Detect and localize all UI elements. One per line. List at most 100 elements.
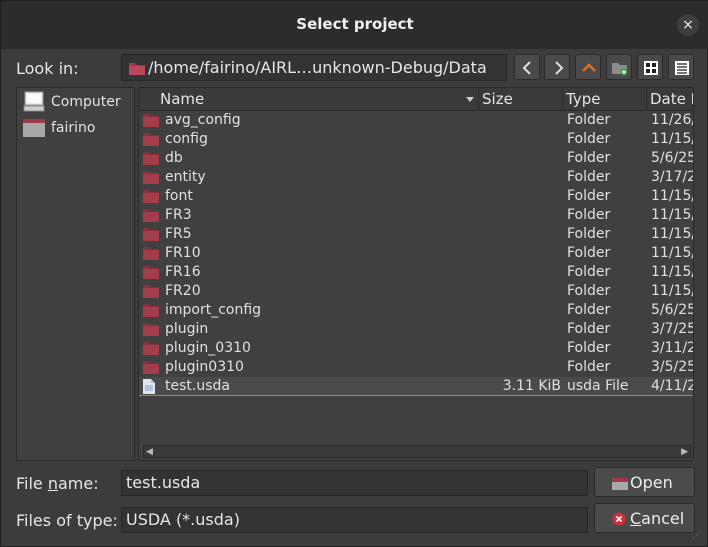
parent-directory-button[interactable] xyxy=(575,54,601,80)
column-header-type[interactable]: Type xyxy=(563,88,647,111)
file-date: 5/6/25 xyxy=(651,302,694,318)
file-date: 11/15/ xyxy=(651,131,694,147)
look-in-combobox[interactable]: /home/fairino/AIRL…unknown-Debug/Data xyxy=(121,54,507,81)
title-bar: Select project × xyxy=(1,1,708,49)
cancel-button[interactable]: Cancel xyxy=(594,503,695,533)
file-name: import_config xyxy=(165,302,262,318)
file-name-label: File name: xyxy=(16,474,99,493)
sidebar-item-computer[interactable]: Computer xyxy=(21,91,133,113)
folder-icon xyxy=(143,246,159,264)
file-type: Folder xyxy=(567,359,611,375)
file-name: font xyxy=(165,188,193,204)
new-folder-button[interactable] xyxy=(606,54,632,80)
dialog-title: Select project xyxy=(296,15,414,33)
resize-grip[interactable]: ⋰ xyxy=(692,531,704,543)
folder-icon xyxy=(143,341,159,359)
back-button[interactable] xyxy=(514,54,540,80)
folder-icon xyxy=(143,189,159,207)
folder-icon xyxy=(143,322,159,340)
folder-icon xyxy=(143,113,159,131)
file-row[interactable]: plugin Folder 3/7/25 xyxy=(139,320,693,340)
file-date: 11/15/ xyxy=(651,207,694,223)
column-header-name[interactable]: Name xyxy=(157,88,479,111)
list-view-button[interactable] xyxy=(637,54,663,80)
detail-view-icon xyxy=(675,61,689,75)
file-name: entity xyxy=(165,169,206,185)
file-type: Folder xyxy=(567,302,611,318)
file-name: db xyxy=(165,150,183,166)
file-row[interactable]: FR5 Folder 11/15/ xyxy=(139,225,693,245)
sort-descending-icon xyxy=(466,97,474,102)
file-date: 5/6/25 xyxy=(651,150,694,166)
horizontal-scrollbar[interactable]: ◀ ▶ xyxy=(143,445,691,458)
current-path: /home/fairino/AIRL…unknown-Debug/Data xyxy=(148,58,487,77)
file-type: Folder xyxy=(567,226,611,242)
file-type: Folder xyxy=(567,321,611,337)
file-row[interactable]: FR10 Folder 11/15/ xyxy=(139,244,694,264)
file-name: FR20 xyxy=(165,283,201,299)
file-name: plugin_0310 xyxy=(165,340,251,356)
file-date: 11/26/ xyxy=(651,112,694,128)
close-button[interactable]: × xyxy=(677,14,699,36)
file-name: FR10 xyxy=(165,245,201,261)
file-name: avg_config xyxy=(165,112,241,128)
file-type: Folder xyxy=(567,112,611,128)
sidebar-item-fairino[interactable]: fairino xyxy=(21,117,133,139)
file-type: Folder xyxy=(567,131,611,147)
cancel-icon xyxy=(612,512,626,526)
file-type: Folder xyxy=(567,188,611,204)
up-arrow-icon xyxy=(582,63,596,72)
folder-icon xyxy=(143,303,159,321)
file-row[interactable]: plugin_0310 Folder 3/11/2 xyxy=(139,339,693,359)
select-project-dialog: Select project × Look in: /home/fairino/… xyxy=(0,0,708,547)
file-name: test.usda xyxy=(165,378,230,394)
file-size: 3.11 KiB xyxy=(502,378,561,394)
file-row[interactable]: font Folder 11/15/ xyxy=(139,187,694,207)
file-date: 11/15/ xyxy=(651,245,694,261)
scroll-left-icon[interactable]: ◀ xyxy=(146,447,153,457)
file-date: 11/15/ xyxy=(651,283,694,299)
scroll-right-icon[interactable]: ▶ xyxy=(681,447,688,457)
open-button[interactable]: Open xyxy=(594,467,695,497)
file-type-select[interactable]: USDA (*.usda) xyxy=(121,507,588,533)
file-row[interactable]: import_config Folder 5/6/25 xyxy=(139,301,694,321)
close-icon: × xyxy=(682,17,694,33)
folder-icon xyxy=(143,208,159,226)
folder-icon xyxy=(143,151,159,169)
folder-icon xyxy=(143,284,159,302)
chevron-right-icon xyxy=(555,61,564,75)
file-date: 3/5/25 xyxy=(651,359,694,375)
file-row[interactable]: db Folder 5/6/25 xyxy=(139,149,694,169)
detail-view-button[interactable] xyxy=(668,54,694,80)
forward-button[interactable] xyxy=(544,54,570,80)
file-row[interactable]: plugin0310 Folder 3/5/25 xyxy=(139,358,694,378)
look-in-label: Look in: xyxy=(16,59,79,78)
file-row[interactable]: FR16 Folder 11/15/ xyxy=(139,263,693,283)
file-type-label: Files of type: xyxy=(16,511,118,530)
folder-icon xyxy=(143,265,159,283)
file-row[interactable]: FR20 Folder 11/15/ xyxy=(139,282,694,302)
column-header-date[interactable]: Date M xyxy=(647,88,693,111)
file-row[interactable]: FR3 Folder 11/15/ xyxy=(139,206,694,226)
file-name-input[interactable]: test.usda xyxy=(121,470,588,496)
file-row[interactable]: test.usda 3.11 KiB usda File 4/11/2 xyxy=(139,377,694,396)
computer-icon xyxy=(23,91,45,112)
folder-open-icon xyxy=(612,478,628,490)
file-name: FR5 xyxy=(165,226,192,242)
file-date: 11/15/ xyxy=(651,188,694,204)
column-header-size[interactable]: Size xyxy=(479,88,563,111)
file-row[interactable]: avg_config Folder 11/26/ xyxy=(139,111,694,131)
sidebar-item-label: Computer xyxy=(51,94,121,110)
folder-icon xyxy=(143,227,159,245)
folder-icon xyxy=(143,360,159,378)
sidebar-item-label: fairino xyxy=(51,120,96,136)
file-name: FR3 xyxy=(165,207,192,223)
file-date: 4/11/2 xyxy=(651,378,694,394)
file-name: config xyxy=(165,131,208,147)
folder-icon xyxy=(23,119,45,137)
file-row[interactable]: entity Folder 3/17/2 xyxy=(139,168,694,188)
file-date: 3/17/2 xyxy=(651,169,694,185)
file-row[interactable]: config Folder 11/15/ xyxy=(139,130,694,149)
file-name: plugin0310 xyxy=(165,359,244,375)
folder-icon xyxy=(143,170,159,188)
